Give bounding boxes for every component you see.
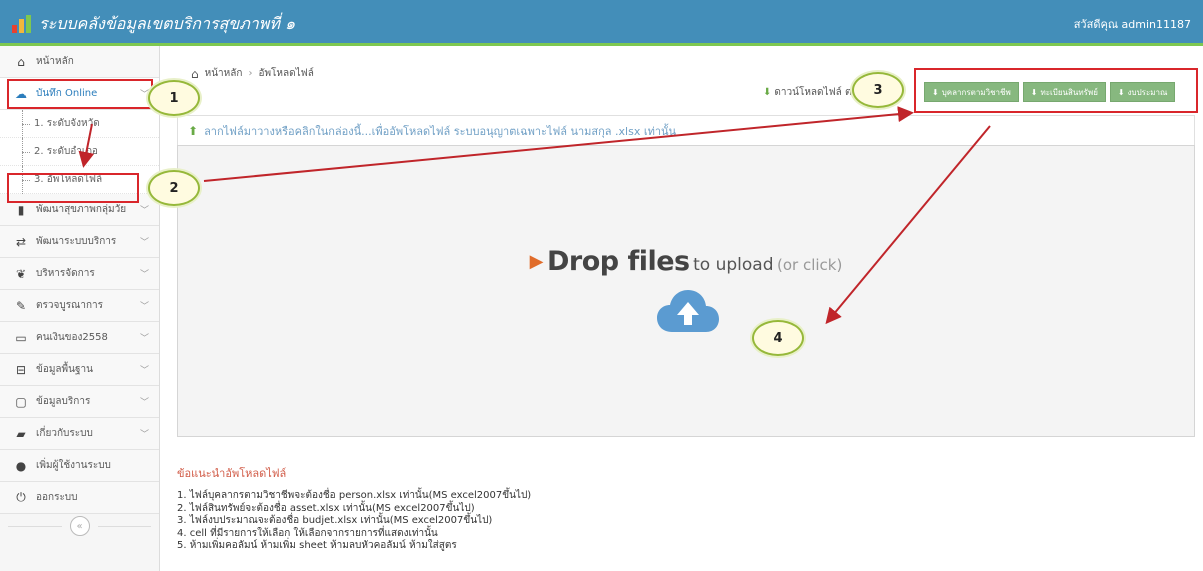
download-icon: ⬇ [763, 87, 772, 98]
annotation-box-online-record [7, 79, 153, 109]
caret-right-icon: ▶ [529, 251, 544, 272]
sidebar-item-label: ออกระบบ [36, 492, 78, 503]
book-icon: ▰ [16, 426, 26, 441]
hdd-icon: ⊟ [15, 362, 27, 377]
sidebar-subitem-label: 2. ระดับอำเภอ [34, 146, 98, 157]
chevron-down-icon: ﹀ [139, 206, 149, 216]
desktop-icon: ▢ [15, 394, 27, 409]
sidebar-item-add-user[interactable]: ● เพิ่มผู้ใช้งานระบบ [0, 450, 159, 482]
top-navbar: ระบบคลังข้อมูลเขตบริการสุขภาพที่ ๑ สวัสด… [0, 0, 1203, 46]
chevron-down-icon: ﹀ [139, 302, 149, 312]
sidebar-subitem-label: 1. ระดับจังหวัด [34, 118, 100, 129]
sidebar-item-label: เกี่ยวกับระบบ [36, 428, 93, 439]
annotation-bubble-4: 4 [752, 320, 804, 356]
list-item: 3. ไฟล์งบประมาณจะต้องชื่อ budjet.xlsx เท… [177, 515, 493, 526]
upload-notes: ข้อแนะนำอัพโหลดไฟล์ 1. ไฟล์บุคลากรตามวิช… [177, 464, 877, 553]
sidebar-item-about[interactable]: ▰ เกี่ยวกับระบบ ﹀ [0, 418, 159, 450]
chevron-down-icon: ﹀ [139, 270, 149, 280]
divider [8, 525, 62, 527]
chevron-down-icon: ﹀ [139, 238, 149, 248]
cloud-upload-icon [657, 290, 719, 332]
annotation-box-upload-file [7, 173, 139, 203]
brand[interactable]: ระบบคลังข้อมูลเขตบริการสุขภาพที่ ๑ [12, 12, 295, 36]
upload-notes-title: ข้อแนะนำอัพโหลดไฟล์ [177, 467, 287, 480]
leaf-icon: ❦ [15, 266, 27, 281]
breadcrumb-separator: › [248, 68, 253, 79]
annotation-box-download-buttons [914, 68, 1198, 113]
sidebar-item-label: เพิ่มผู้ใช้งานระบบ [36, 460, 111, 471]
brand-logo-icon [12, 15, 31, 33]
sidebar-item-management[interactable]: ❦ บริหารจัดการ ﹀ [0, 258, 159, 290]
download-file-link[interactable]: ⬇ ดาวน์โหลดไฟล์ ต [763, 85, 851, 100]
home-icon: ⌂ [17, 54, 25, 69]
sidebar-item-label: ข้อมูลบริการ [36, 396, 91, 407]
breadcrumb-home-link[interactable]: หน้าหลัก [205, 66, 243, 81]
dropzone-instruction: ลากไฟล์มาวางหรือคลิกในกล่องนี้...เพื่ออั… [204, 124, 677, 138]
annotation-bubble-3: 3 [852, 72, 904, 108]
sidebar-item-budget-2558[interactable]: ▭ คนเงินของ2558 ﹀ [0, 322, 159, 354]
sidebar-item-service-system[interactable]: ⇄ พัฒนาระบบบริการ ﹀ [0, 226, 159, 258]
sidebar-item-label: พัฒนาสุขภาพกลุ่มวัย [36, 204, 127, 215]
breadcrumb: ⌂ หน้าหลัก › อัพโหลดไฟล์ [191, 66, 314, 81]
list-item: 1. ไฟล์บุคลากรตามวิชาชีพจะต้องชื่อ perso… [177, 490, 532, 501]
upload-arrow-icon: ⬆ [188, 123, 199, 138]
list-item: 4. cell ที่มีรายการให้เลือก ให้เลือกจากร… [177, 527, 438, 539]
sidebar-item-home[interactable]: ⌂ หน้าหลัก [0, 46, 159, 78]
user-icon: ● [15, 458, 27, 473]
chevron-down-icon: ﹀ [139, 430, 149, 440]
chevron-down-icon: ﹀ [139, 366, 149, 376]
sidebar-item-integrated-inspection[interactable]: ✎ ตรวจบูรณาการ ﹀ [0, 290, 159, 322]
annotation-bubble-2: 2 [148, 170, 200, 206]
sidebar-item-label: ข้อมูลพื้นฐาน [36, 364, 93, 375]
dropzone-small-text: to upload [693, 255, 774, 275]
app-title: ระบบคลังข้อมูลเขตบริการสุขภาพที่ ๑ [39, 13, 296, 33]
dropzone-message: ▶ Drop files to upload (or click) [178, 246, 1194, 277]
download-file-label: ดาวน์โหลดไฟล์ ต [774, 87, 852, 98]
sidebar-item-label: หน้าหลัก [36, 56, 74, 67]
dropzone-big-text: Drop files [546, 246, 690, 277]
chevron-down-icon: ﹀ [139, 334, 149, 344]
sidebar-item-label: ตรวจบูรณาการ [36, 300, 103, 311]
power-icon: ⏻ [16, 490, 26, 504]
sidebar: ⌂ หน้าหลัก ☁ บันทึก Online ﹀ 1. ระดับจัง… [0, 46, 160, 571]
sidebar-subitem-province[interactable]: 1. ระดับจังหวัด [0, 110, 159, 138]
bookmark-icon: ▮ [17, 202, 25, 217]
dropzone-hint-text: (or click) [777, 256, 843, 274]
user-greeting[interactable]: สวัสดีคุณ admin11187 [1074, 15, 1191, 33]
sidebar-collapse-button[interactable]: « [69, 516, 90, 536]
sidebar-item-label: พัฒนาระบบบริการ [36, 236, 117, 247]
sidebar-item-label: คนเงินของ2558 [36, 332, 108, 343]
breadcrumb-current: อัพโหลดไฟล์ [258, 68, 314, 79]
sidebar-item-basic-data[interactable]: ⊟ ข้อมูลพื้นฐาน ﹀ [0, 354, 159, 386]
credit-card-icon: ▭ [15, 330, 27, 345]
list-item: 5. ห้ามเพิ่มคอลัมน์ ห้ามเพิ่ม sheet ห้าม… [177, 540, 457, 551]
app-window: ระบบคลังข้อมูลเขตบริการสุขภาพที่ ๑ สวัสด… [0, 0, 1203, 571]
divider [97, 525, 151, 527]
exchange-icon: ⇄ [15, 234, 27, 249]
sidebar-item-logout[interactable]: ⏻ ออกระบบ [0, 482, 159, 514]
sidebar-subitem-district[interactable]: 2. ระดับอำเภอ [0, 138, 159, 166]
sidebar-collapse-row: « [0, 514, 159, 538]
eyedropper-icon: ✎ [15, 298, 27, 313]
sidebar-item-label: บริหารจัดการ [36, 268, 95, 279]
list-item: 2. ไฟล์สินทรัพย์จะต้องชื่อ asset.xlsx เท… [177, 502, 475, 514]
sidebar-item-service-data[interactable]: ▢ ข้อมูลบริการ ﹀ [0, 386, 159, 418]
upload-notes-list: 1. ไฟล์บุคลากรตามวิชาชีพจะต้องชื่อ perso… [177, 490, 877, 553]
annotation-bubble-1: 1 [148, 80, 200, 116]
chevron-down-icon: ﹀ [139, 398, 149, 408]
dropzone-header: ⬆ ลากไฟล์มาวางหรือคลิกในกล่องนี้...เพื่อ… [177, 115, 1195, 145]
file-dropzone[interactable]: ▶ Drop files to upload (or click) [177, 145, 1195, 437]
home-icon: ⌂ [191, 66, 199, 81]
